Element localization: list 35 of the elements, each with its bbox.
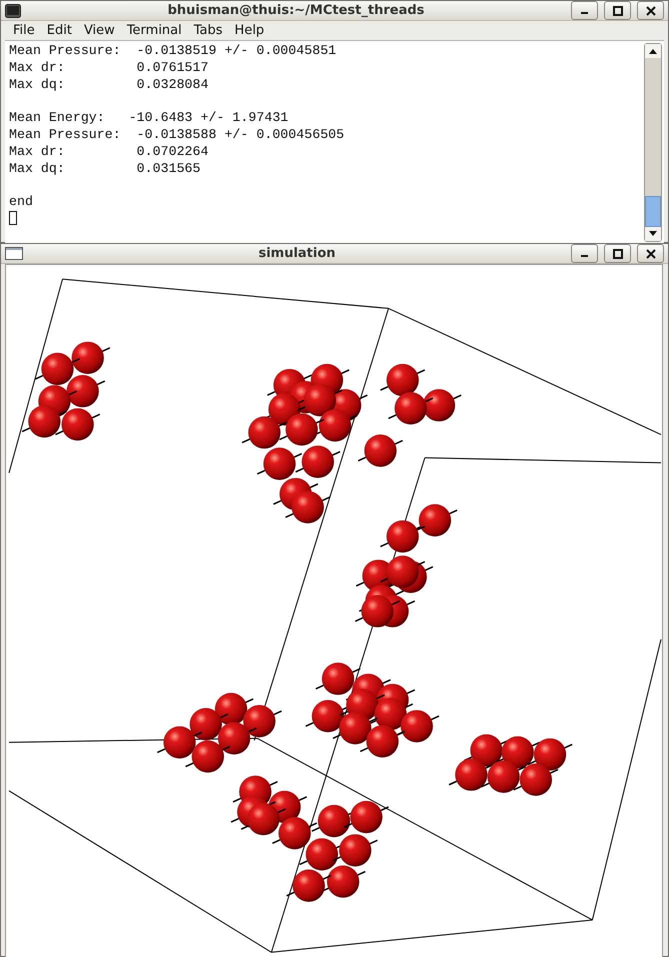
menu-item[interactable]: Help bbox=[228, 21, 270, 40]
terminal-line: Max dr: 0.0702264 bbox=[9, 144, 210, 161]
window-title: bhuisman@thuis:~/MCtest_threads bbox=[166, 3, 426, 18]
maximize-button[interactable] bbox=[604, 1, 631, 20]
close-button[interactable] bbox=[637, 1, 664, 20]
maximize-button[interactable] bbox=[604, 244, 631, 263]
close-button[interactable] bbox=[637, 244, 664, 263]
terminal-line: Mean Energy: -10.6483 +/- 1.97431 bbox=[9, 110, 290, 127]
scroll-down-button[interactable] bbox=[645, 226, 661, 241]
up-arrow-icon bbox=[649, 48, 657, 54]
menu-item[interactable]: Terminal bbox=[120, 21, 188, 40]
window-icon bbox=[5, 247, 23, 260]
minimize-button[interactable] bbox=[571, 244, 598, 263]
minimize-button[interactable] bbox=[571, 1, 598, 20]
terminal-line: Max dr: 0.0761517 bbox=[9, 60, 210, 77]
menu-item[interactable]: Edit bbox=[40, 21, 78, 40]
scroll-up-button[interactable] bbox=[645, 44, 661, 58]
text-cursor bbox=[9, 210, 17, 225]
maximize-icon bbox=[612, 248, 622, 258]
terminal-icon bbox=[5, 4, 21, 18]
terminal-line: Max dq: 0.031565 bbox=[9, 160, 202, 178]
menu-item[interactable]: View bbox=[78, 21, 121, 40]
window-title: simulation bbox=[257, 246, 337, 261]
scrollbar[interactable] bbox=[644, 43, 662, 242]
terminal-line: Mean Pressure: -0.0138519 +/- 0.00045851 bbox=[9, 43, 338, 60]
down-arrow-icon bbox=[649, 231, 657, 236]
terminal-line: end bbox=[9, 194, 34, 211]
close-icon bbox=[646, 248, 656, 258]
terminal-line: Max dq: 0.0328084 bbox=[9, 76, 210, 94]
close-icon bbox=[646, 6, 656, 16]
scrollbar-thumb[interactable] bbox=[645, 196, 661, 227]
terminal-line: Mean Pressure: -0.0138588 +/- 0.000456505 bbox=[9, 126, 346, 144]
maximize-icon bbox=[612, 6, 622, 16]
menu-item[interactable]: Tabs bbox=[188, 21, 229, 40]
menu-item[interactable]: File bbox=[7, 21, 41, 40]
